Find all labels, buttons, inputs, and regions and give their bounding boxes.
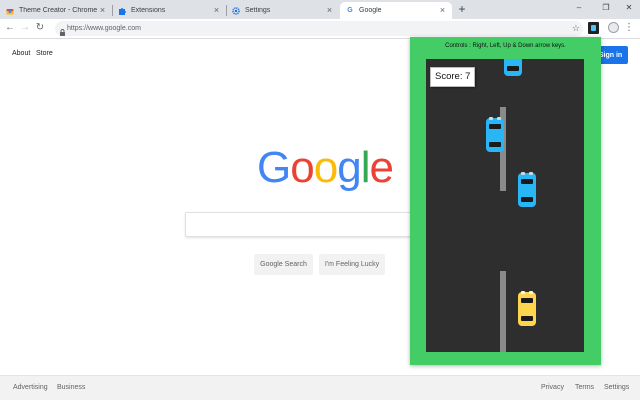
tab-title: Extensions <box>131 7 166 14</box>
about-link[interactable]: About <box>12 50 30 57</box>
store-link[interactable]: Store <box>36 50 53 57</box>
logo-letter: e <box>369 143 394 192</box>
logo-letter: g <box>337 143 362 192</box>
restore-icon[interactable]: ❐ <box>601 3 611 13</box>
tab-title: Settings <box>245 7 271 14</box>
car-game-popup: Controls : Right, Left, Up & Down arrow … <box>410 37 601 365</box>
address-bar[interactable]: https://www.google.com ☆ <box>55 21 583 36</box>
score-value: 7 <box>465 71 471 82</box>
tab-title: Theme Creator - Chrome Web St <box>19 7 98 14</box>
new-tab-button[interactable]: + <box>456 3 468 15</box>
chrome-webstore-icon <box>6 7 14 15</box>
privacy-link[interactable]: Privacy <box>541 384 564 391</box>
business-link[interactable]: Business <box>57 384 85 391</box>
tab-extensions[interactable]: Extensions × <box>112 2 226 19</box>
footer: Advertising Business Privacy Terms Setti… <box>0 375 640 400</box>
enemy-car <box>504 59 522 76</box>
tab-google[interactable]: G Google × <box>340 2 452 19</box>
tab-settings[interactable]: Settings × <box>226 2 339 19</box>
score-display: Score: 7 <box>430 67 475 87</box>
logo-letter: G <box>257 143 291 192</box>
close-tab-icon[interactable]: × <box>98 6 107 15</box>
lock-icon <box>58 24 67 36</box>
lane-marking <box>500 271 506 352</box>
close-tab-icon[interactable]: × <box>212 6 221 15</box>
profile-avatar[interactable] <box>608 22 619 33</box>
settings-link[interactable]: Settings <box>604 384 629 391</box>
bookmark-star-icon[interactable]: ☆ <box>572 21 580 36</box>
puzzle-icon <box>118 7 126 15</box>
close-tab-icon[interactable]: × <box>325 6 334 15</box>
score-label: Score: <box>435 71 463 82</box>
feeling-lucky-button[interactable]: I'm Feeling Lucky <box>319 254 385 275</box>
close-window-icon[interactable]: ✕ <box>624 3 634 13</box>
tab-theme-creator[interactable]: Theme Creator - Chrome Web St × <box>0 2 112 19</box>
player-car <box>518 291 536 326</box>
google-g-icon: G <box>347 7 353 14</box>
game-road[interactable]: Score: 7 <box>426 59 584 352</box>
close-tab-icon[interactable]: × <box>438 6 447 15</box>
logo-letter: o <box>313 143 339 192</box>
google-logo: Google <box>257 143 394 193</box>
back-arrow-icon[interactable]: ← <box>4 22 16 34</box>
menu-dots-icon[interactable]: ⋮ <box>624 21 634 35</box>
google-search-button[interactable]: Google Search <box>254 254 313 275</box>
game-extension-icon[interactable] <box>588 22 599 34</box>
enemy-car <box>486 117 504 152</box>
controls-hint: Controls : Right, Left, Up & Down arrow … <box>445 43 566 49</box>
forward-arrow-icon[interactable]: → <box>19 22 31 34</box>
terms-link[interactable]: Terms <box>575 384 594 391</box>
advertising-link[interactable]: Advertising <box>13 384 48 391</box>
reload-icon[interactable]: ↻ <box>34 22 46 34</box>
tab-title: Google <box>359 7 382 14</box>
url-text: https://www.google.com <box>67 25 141 32</box>
enemy-car <box>518 172 536 207</box>
browser-toolbar: ← → ↻ https://www.google.com ☆ <box>0 19 640 39</box>
minimize-icon[interactable]: – <box>574 3 584 13</box>
logo-letter: o <box>290 143 315 192</box>
tab-strip: Theme Creator - Chrome Web St × Extensio… <box>0 0 640 19</box>
gear-icon <box>232 6 240 15</box>
